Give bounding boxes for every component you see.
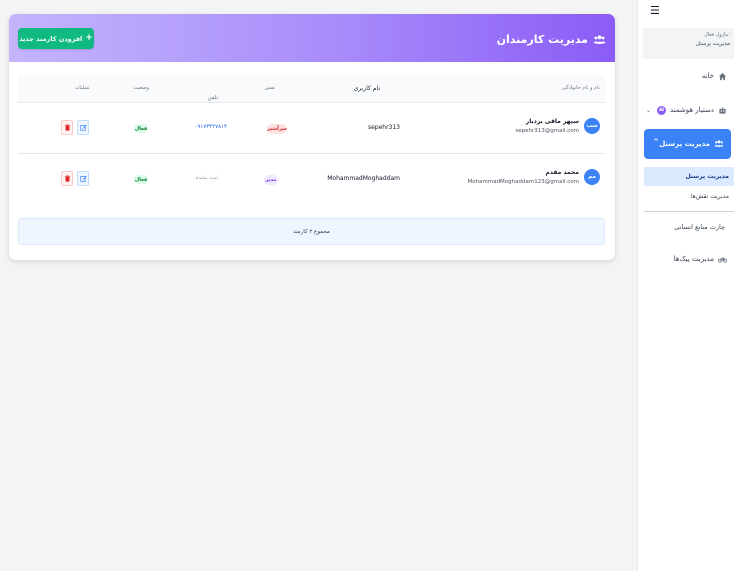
chevron-up-icon: ^ bbox=[653, 138, 659, 146]
table-row: مم محمد مقدم MohammadMoghaddam123@gmail.… bbox=[18, 155, 605, 205]
add-employee-label: افزودن کارمند جدید bbox=[19, 34, 83, 43]
edit-icon bbox=[79, 176, 87, 182]
users-icon bbox=[593, 30, 606, 49]
sidebar: ☰ ماژول فعال: مدیریت پرسنل خانه دستیار ه… bbox=[637, 0, 734, 571]
trash-icon bbox=[64, 175, 70, 182]
sidebar-item-label: چارت منابع انسانی bbox=[674, 223, 725, 231]
status-badge: فعال bbox=[134, 124, 148, 133]
sidebar-subitem-label: مدیریت پرسنل bbox=[685, 173, 729, 180]
role-badge: مدیر bbox=[264, 175, 278, 185]
sidebar-item-couriers[interactable]: مدیریت پیک‌ها bbox=[638, 248, 734, 270]
bicycle-icon bbox=[718, 255, 727, 264]
avatar: سب bbox=[584, 118, 600, 134]
users-icon bbox=[714, 139, 724, 150]
employee-email: MohammadMoghaddam123@gmail.com bbox=[467, 179, 579, 185]
home-icon bbox=[718, 72, 727, 81]
sidebar-item-label: مدیریت پیک‌ها bbox=[673, 255, 714, 263]
sidebar-item-personnel[interactable]: مدیریت پرسنل ^ bbox=[644, 129, 731, 159]
employee-username: sepehr313 bbox=[367, 124, 400, 131]
status-badge: فعال bbox=[134, 175, 148, 184]
active-module-box: ماژول فعال: مدیریت پرسنل bbox=[643, 28, 734, 59]
card-header: مدیریت کارمندان افزودن کارمند جدید + bbox=[9, 14, 615, 62]
delete-button[interactable] bbox=[61, 120, 73, 135]
table-header: نام و نام خانوادگی نام کاربری نقش تلفن و… bbox=[18, 75, 605, 103]
employee-full-name: سپهر ماقی بردبار bbox=[525, 118, 579, 125]
delete-button[interactable] bbox=[61, 171, 73, 186]
sidebar-subitem-personnel[interactable]: مدیریت پرسنل bbox=[644, 167, 734, 186]
sidebar-subitem-roles[interactable]: مدیریت نقش‌ها bbox=[644, 187, 734, 206]
sidebar-item-home[interactable]: خانه bbox=[638, 65, 734, 87]
table-footer-total: مجموع ۲ کارمند bbox=[18, 218, 605, 245]
sidebar-item-hr-chart[interactable]: چارت منابع انسانی bbox=[638, 216, 734, 238]
plus-icon: + bbox=[85, 33, 93, 43]
page-title: مدیریت کارمندان bbox=[496, 33, 588, 46]
column-header-phone: تلفن bbox=[207, 95, 218, 101]
sidebar-divider bbox=[644, 211, 734, 212]
sidebar-item-label: خانه bbox=[701, 72, 714, 80]
robot-icon bbox=[718, 106, 727, 115]
trash-icon bbox=[64, 124, 70, 131]
role-badge: سرآشپز bbox=[267, 124, 287, 134]
employee-username: MohammadMoghaddam bbox=[327, 175, 400, 182]
page-title-wrap: مدیریت کارمندان bbox=[497, 30, 606, 49]
column-header-status: وضعیت bbox=[133, 85, 150, 91]
employee-email: sepehr313@gmail.com bbox=[515, 128, 579, 134]
active-module-caption: ماژول فعال: bbox=[704, 32, 730, 38]
sidebar-item-label: مدیریت پرسنل bbox=[659, 140, 710, 148]
sidebar-subitem-label: مدیریت نقش‌ها bbox=[690, 193, 729, 200]
employee-full-name: محمد مقدم bbox=[545, 169, 579, 176]
add-employee-button[interactable]: افزودن کارمند جدید + bbox=[18, 28, 94, 49]
sidebar-item-assistant[interactable]: دستیار هوشمند AI ⌄ bbox=[638, 99, 734, 121]
chevron-down-icon: ⌄ bbox=[646, 106, 652, 114]
sidebar-item-label: دستیار هوشمند bbox=[670, 106, 714, 114]
column-header-role: نقش bbox=[264, 85, 275, 91]
employee-total: مجموع ۲ کارمند bbox=[293, 228, 330, 235]
column-header-actions: عملیات bbox=[74, 85, 90, 91]
table-row: سب سپهر ماقی بردبار sepehr313@gmail.com … bbox=[18, 104, 605, 154]
hamburger-menu-icon[interactable]: ☰ bbox=[650, 5, 660, 16]
ai-badge: AI bbox=[657, 105, 667, 115]
employees-card: مدیریت کارمندان افزودن کارمند جدید + نام… bbox=[9, 14, 615, 260]
edit-button[interactable] bbox=[77, 171, 89, 186]
edit-button[interactable] bbox=[77, 120, 89, 135]
employee-phone: ۰۹۱۷۳۴۴۷۸۱۴ bbox=[194, 124, 228, 130]
employee-phone: ثبت نشده bbox=[195, 175, 218, 181]
edit-icon bbox=[79, 125, 87, 131]
avatar: مم bbox=[584, 169, 600, 185]
column-header-username: نام کاربری bbox=[353, 85, 380, 92]
active-module-value: مدیریت پرسنل bbox=[695, 41, 730, 47]
column-header-name: نام و نام خانوادگی bbox=[562, 85, 600, 91]
